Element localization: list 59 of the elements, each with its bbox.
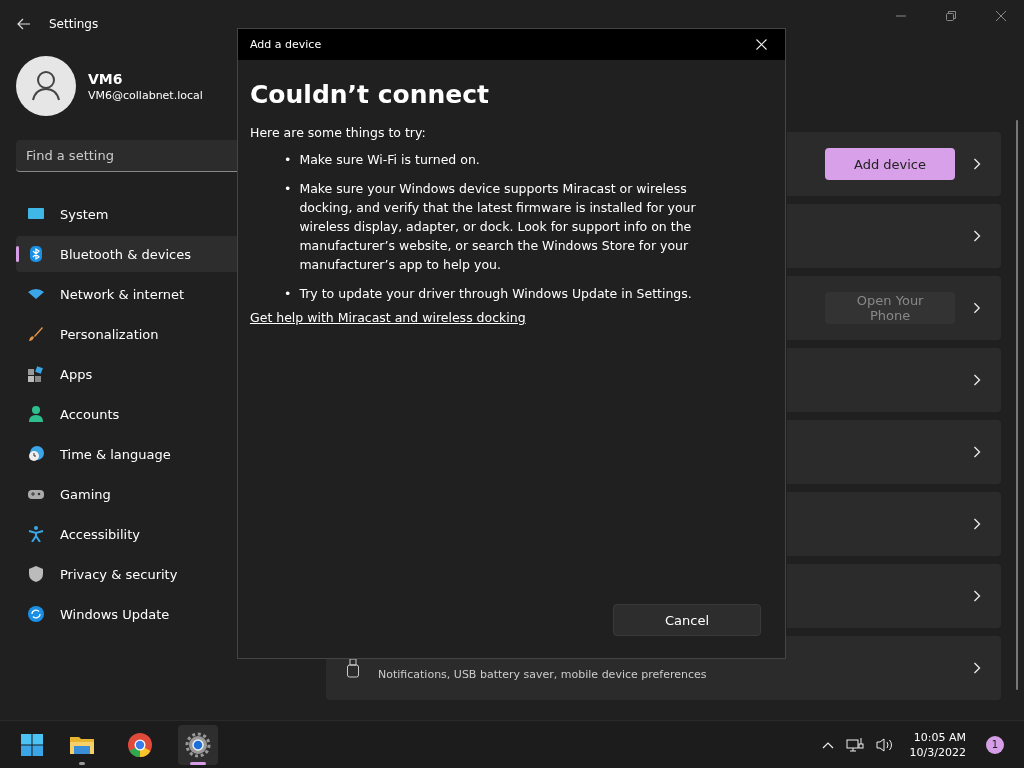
nav-item[interactable]: Time & language: [16, 436, 240, 472]
monitor-icon: [28, 206, 44, 222]
notification-badge[interactable]: 1: [986, 735, 1004, 754]
chevron-icon: [973, 158, 981, 170]
nav-item[interactable]: Network & internet: [16, 276, 240, 312]
bullet-mark: •: [284, 180, 292, 198]
person-icon: [28, 406, 44, 422]
apps-icon: [28, 366, 44, 382]
nav-item[interactable]: System: [16, 196, 240, 232]
chevron-icon: [973, 374, 981, 386]
network-icon[interactable]: [845, 736, 864, 753]
nav-item[interactable]: Windows Update: [16, 596, 240, 632]
nav-item[interactable]: Apps: [16, 356, 240, 392]
nav-item[interactable]: Accessibility: [16, 516, 240, 552]
restore-icon[interactable]: [945, 10, 957, 22]
user-name: VM6: [88, 70, 124, 87]
dialog-heading: Couldn’t connect: [250, 80, 491, 109]
intro-text: Here are some things to try:: [250, 125, 427, 140]
tip-text: Make sure Wi-Fi is turned on.: [299, 151, 481, 169]
clock-date[interactable]: 10/3/2022: [909, 745, 966, 759]
nav-item[interactable]: Personalization: [16, 316, 240, 352]
user-email: VM6@collabnet.local: [88, 88, 203, 102]
nav-item[interactable]: Accounts: [16, 396, 240, 432]
clock-globe-icon: [28, 446, 44, 462]
chevron-icon: [973, 518, 981, 530]
speaker-icon[interactable]: [875, 736, 894, 753]
chevron-icon: [973, 446, 981, 458]
bullet-mark: •: [284, 285, 292, 303]
chevron-up-icon[interactable]: [821, 740, 834, 749]
dialog-title: Add a device: [250, 38, 322, 51]
chevron-icon: [973, 590, 981, 602]
scrollbar[interactable]: [1016, 120, 1018, 690]
usb-drive-icon: [346, 658, 360, 678]
shield-icon: [28, 566, 44, 582]
nav-item[interactable]: Privacy & security: [16, 556, 240, 592]
help-link[interactable]: Get help with Miracast and wireless docking: [250, 310, 526, 325]
nav-item[interactable]: Bluetooth & devices: [16, 236, 240, 272]
accessibility-icon: [28, 526, 44, 542]
bullet-mark: •: [284, 151, 292, 169]
window-title: Settings: [49, 17, 99, 31]
avatar-icon: [16, 56, 76, 116]
nav-item[interactable]: Gaming: [16, 476, 240, 512]
chevron-icon: [973, 662, 981, 674]
settings-card[interactable]: Add device: [787, 132, 1001, 196]
wifi-icon: [28, 286, 44, 302]
add-device-button[interactable]: Add device: [825, 148, 955, 180]
chevron-icon: [973, 302, 981, 314]
clock-time[interactable]: 10:05 AM: [913, 730, 966, 744]
bluetooth-icon: [28, 246, 44, 262]
card-subtitle: Notifications, USB battery saver, mobile device preferences: [378, 667, 707, 681]
back-icon[interactable]: [17, 18, 31, 30]
tip-text: Try to update your driver through Windows Update in Settings.: [299, 285, 693, 303]
start-icon[interactable]: [20, 732, 44, 757]
tip-text: Make sure your Windows device supports Miracast or wireless docking, and verify that the latest firmware is installed for your wireless display, adapter, or dock. Look for support info on the manufacturer’s website, or search the Windows Store for your manufacturer’s app to help you.: [299, 180, 697, 274]
refresh-icon: [28, 606, 44, 622]
brush-icon: [28, 326, 44, 342]
chevron-icon: [973, 230, 981, 242]
gear-icon[interactable]: [178, 724, 218, 765]
cancel-button[interactable]: Cancel: [613, 604, 761, 636]
